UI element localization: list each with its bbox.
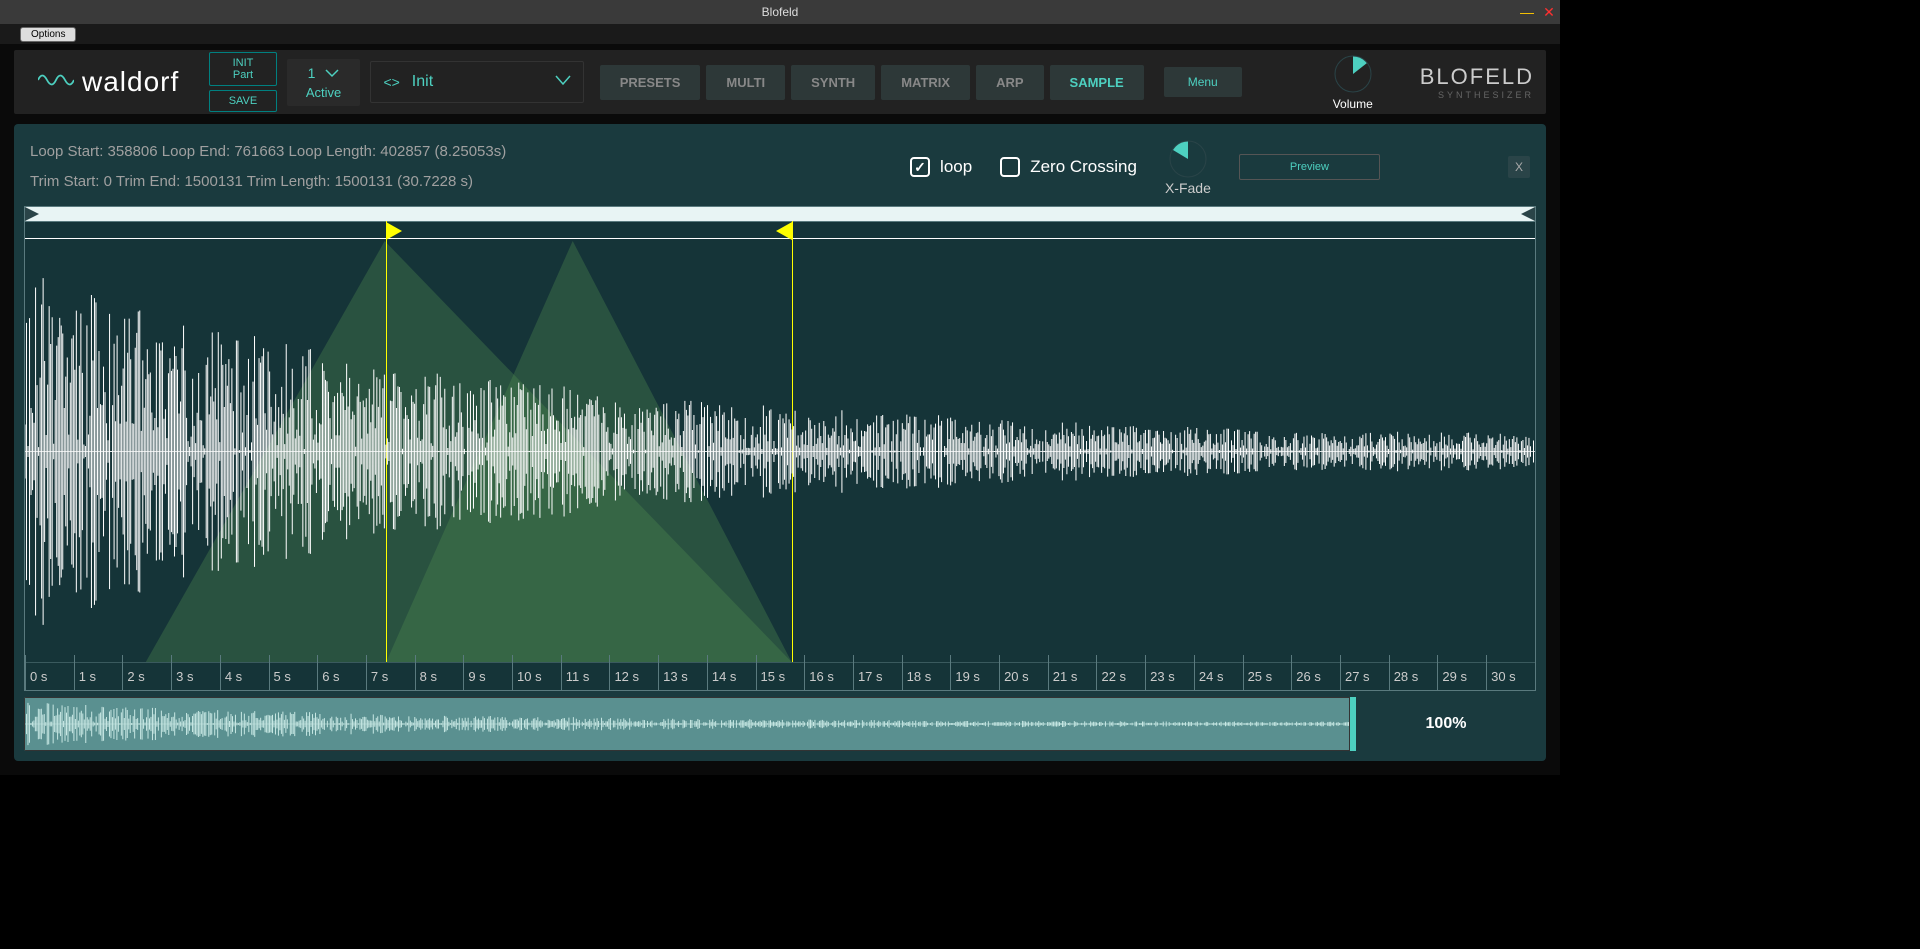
time-tick: 9 s xyxy=(463,663,512,690)
loop-trim-info: Loop Start: 358806 Loop End: 761663 Loop… xyxy=(30,137,506,197)
checkbox-icon xyxy=(1000,157,1020,177)
menu-button[interactable]: Menu xyxy=(1164,67,1242,97)
preset-selector[interactable]: <> Init xyxy=(370,61,583,103)
part-number: 1 xyxy=(308,65,316,81)
editor-header: Loop Start: 358806 Loop End: 761663 Loop… xyxy=(24,132,1536,202)
tab-arp[interactable]: ARP xyxy=(976,65,1043,100)
xfade-control: X-Fade xyxy=(1165,138,1211,196)
time-tick: 19 s xyxy=(950,663,999,690)
trim-end-handle[interactable] xyxy=(1521,207,1535,221)
product-name: BLOFELD xyxy=(1420,64,1534,90)
time-tick: 3 s xyxy=(171,663,220,690)
time-tick: 5 s xyxy=(269,663,318,690)
time-tick: 24 s xyxy=(1194,663,1243,690)
loop-start-marker[interactable] xyxy=(386,222,402,240)
zero-crossing-checkbox[interactable]: Zero Crossing xyxy=(1000,157,1137,177)
options-bar: Options xyxy=(0,24,1560,44)
time-tick: 23 s xyxy=(1145,663,1194,690)
init-part-button[interactable]: INIT Part xyxy=(209,52,276,86)
checkbox-icon xyxy=(910,157,930,177)
time-tick: 22 s xyxy=(1096,663,1145,690)
time-tick: 10 s xyxy=(512,663,561,690)
time-tick: 7 s xyxy=(366,663,415,690)
time-tick: 29 s xyxy=(1437,663,1486,690)
waveform-display[interactable]: 0 s1 s2 s3 s4 s5 s6 s7 s8 s9 s10 s11 s12… xyxy=(24,206,1536,691)
window-title: Blofeld xyxy=(762,5,799,19)
time-tick: 15 s xyxy=(756,663,805,690)
overview-waveform[interactable] xyxy=(24,697,1350,751)
main-window: waldorf INIT Part SAVE 1 Active <> Init … xyxy=(0,44,1560,775)
time-tick: 1 s xyxy=(74,663,123,690)
time-tick: 17 s xyxy=(853,663,902,690)
loop-info-text: Loop Start: 358806 Loop End: 761663 Loop… xyxy=(30,137,506,167)
trim-info-text: Trim Start: 0 Trim End: 1500131 Trim Len… xyxy=(30,167,506,197)
time-tick: 28 s xyxy=(1389,663,1438,690)
volume-knob[interactable] xyxy=(1332,53,1374,95)
zero-crossing-label: Zero Crossing xyxy=(1030,157,1137,177)
time-tick: 25 s xyxy=(1243,663,1292,690)
time-tick: 11 s xyxy=(561,663,610,690)
close-icon[interactable]: ✕ xyxy=(1542,5,1556,19)
time-ruler: 0 s1 s2 s3 s4 s5 s6 s7 s8 s9 s10 s11 s12… xyxy=(25,662,1535,690)
chevron-down-icon xyxy=(325,65,339,81)
time-tick: 18 s xyxy=(902,663,951,690)
brand-logo: waldorf xyxy=(38,66,179,98)
save-button[interactable]: SAVE xyxy=(209,90,276,112)
wave-icon xyxy=(38,68,74,97)
loop-checkbox[interactable]: loop xyxy=(910,157,972,177)
time-tick: 2 s xyxy=(122,663,171,690)
window-controls: — ✕ xyxy=(1520,5,1556,19)
part-status: Active xyxy=(306,85,341,100)
volume-control: Volume xyxy=(1332,53,1374,111)
options-button[interactable]: Options xyxy=(20,27,76,42)
tab-matrix[interactable]: MATRIX xyxy=(881,65,970,100)
chevron-down-icon[interactable] xyxy=(555,73,571,91)
tab-multi[interactable]: MULTI xyxy=(706,65,785,100)
zoom-level[interactable]: 100% xyxy=(1356,697,1536,751)
preset-name: Init xyxy=(412,73,555,91)
nav-tabs: PRESETS MULTI SYNTH MATRIX ARP SAMPLE xyxy=(600,65,1144,100)
titlebar: Blofeld — ✕ xyxy=(0,0,1560,24)
time-tick: 21 s xyxy=(1048,663,1097,690)
tab-sample[interactable]: SAMPLE xyxy=(1050,65,1144,100)
time-tick: 14 s xyxy=(707,663,756,690)
time-tick: 4 s xyxy=(220,663,269,690)
overview-bar: 100% xyxy=(24,697,1536,751)
time-tick: 8 s xyxy=(415,663,464,690)
preview-button[interactable]: Preview xyxy=(1239,154,1380,180)
loop-bar[interactable] xyxy=(25,221,1535,239)
time-tick: 20 s xyxy=(999,663,1048,690)
minimize-icon[interactable]: — xyxy=(1520,5,1534,19)
product-subtitle: SYNTHESIZER xyxy=(1420,90,1534,100)
time-tick: 6 s xyxy=(317,663,366,690)
time-tick: 0 s xyxy=(25,663,74,690)
brand-text: waldorf xyxy=(82,66,179,98)
editor-controls: loop Zero Crossing X-Fade Preview X xyxy=(910,138,1530,196)
time-tick: 30 s xyxy=(1486,663,1535,690)
trim-bar[interactable] xyxy=(25,207,1535,221)
volume-label: Volume xyxy=(1333,97,1373,111)
time-tick: 12 s xyxy=(609,663,658,690)
close-editor-button[interactable]: X xyxy=(1508,156,1530,178)
sample-editor: Loop Start: 358806 Loop End: 761663 Loop… xyxy=(14,124,1546,761)
xfade-knob[interactable] xyxy=(1167,138,1209,180)
time-tick: 27 s xyxy=(1340,663,1389,690)
tab-presets[interactable]: PRESETS xyxy=(600,65,701,100)
tab-synth[interactable]: SYNTH xyxy=(791,65,875,100)
preset-nav-icon[interactable]: <> xyxy=(383,74,399,90)
waveform-canvas xyxy=(25,241,1535,662)
time-tick: 26 s xyxy=(1291,663,1340,690)
loop-end-marker[interactable] xyxy=(776,222,792,240)
trim-start-handle[interactable] xyxy=(25,207,39,221)
time-tick: 16 s xyxy=(804,663,853,690)
loop-label: loop xyxy=(940,157,972,177)
product-logo: BLOFELD SYNTHESIZER xyxy=(1420,64,1534,100)
part-selector[interactable]: 1 Active xyxy=(287,59,361,106)
time-tick: 13 s xyxy=(658,663,707,690)
toolbar: waldorf INIT Part SAVE 1 Active <> Init … xyxy=(14,50,1546,114)
xfade-label: X-Fade xyxy=(1165,180,1211,196)
